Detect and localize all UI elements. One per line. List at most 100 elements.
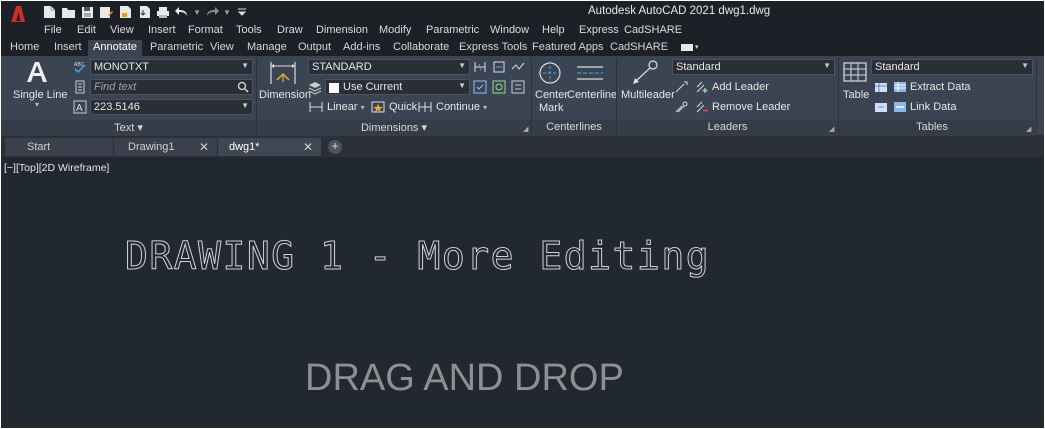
file-tab-dwg1[interactable]: dwg1* ✕ [218,138,321,156]
dim-reassociate-icon[interactable] [511,80,525,94]
single-line-text-icon[interactable] [25,61,49,83]
remove-leader-button[interactable]: Remove Leader [712,101,790,113]
link-data-button[interactable]: Link Data [910,101,956,113]
tab-collaborate[interactable]: Collaborate [393,40,449,56]
dimensions-dialog-launcher-icon[interactable]: ◢ [523,125,528,133]
leader-collect-icon[interactable] [674,100,688,114]
new-file-icon[interactable] [41,4,57,20]
single-line-button[interactable]: Single Line [13,89,67,101]
extract-data-button[interactable]: Extract Data [910,81,971,93]
web-save-icon[interactable] [136,4,152,20]
continue-dimension-icon[interactable] [418,100,432,114]
tab-insert[interactable]: Insert [54,40,82,56]
dim-break-icon[interactable] [473,60,487,74]
close-icon[interactable]: ✕ [303,140,313,154]
shx-drawing-text[interactable]: DRAWING 1 - More Editing [125,231,805,281]
center-mark-icon[interactable] [537,60,563,86]
extract-data-icon[interactable] [893,80,907,94]
text-style-combo[interactable]: MONOTXT ▼ [90,59,253,75]
link-data-icon[interactable] [893,100,907,114]
single-line-dropdown-icon[interactable]: ▾ [35,100,39,109]
redo-dropdown-icon[interactable]: ▾ [223,5,231,19]
menu-dimension[interactable]: Dimension [316,24,368,36]
close-icon[interactable]: ✕ [199,140,209,154]
linear-button[interactable]: Linear ▾ [327,101,365,113]
menu-edit[interactable]: Edit [77,24,96,36]
menu-tools[interactable]: Tools [236,24,262,36]
new-tab-button[interactable]: + [328,140,342,154]
file-tab-start[interactable]: Start [5,138,113,156]
menu-express[interactable]: Express [579,24,619,36]
dim-inspect-icon[interactable] [473,80,487,94]
menu-cadshare[interactable]: CadSHARE [624,24,682,36]
quick-button[interactable]: Quick [389,101,417,113]
centerline-button[interactable]: Centerline [567,89,617,101]
leader-style-combo[interactable]: Standard ▼ [672,59,835,75]
tab-express-tools[interactable]: Express Tools [459,40,527,56]
tab-output[interactable]: Output [298,40,331,56]
menu-insert[interactable]: Insert [148,24,176,36]
save-as-icon[interactable] [98,4,114,20]
dim-update-icon[interactable] [492,80,506,94]
dimensions-panel-title[interactable]: Dimensions ▾ [257,121,531,135]
undo-icon[interactable] [174,4,190,20]
save-icon[interactable] [79,4,95,20]
open-folder-icon[interactable] [60,4,76,20]
center-mark-line1[interactable]: Center [535,89,568,101]
menu-parametric[interactable]: Parametric [426,24,479,36]
tab-add-ins[interactable]: Add-ins [343,40,380,56]
table-button[interactable]: Table [843,89,869,101]
menu-view[interactable]: View [110,24,134,36]
text-panel-title[interactable]: Text ▾ [1,121,256,135]
tab-featured-apps[interactable]: Featured Apps [532,40,604,56]
find-text-input[interactable]: Find text [90,79,253,95]
search-icon[interactable] [237,81,249,93]
menu-file[interactable]: File [44,24,62,36]
dim-space-icon[interactable] [492,60,506,74]
ribbon-minimize-button[interactable]: ▾ [681,42,701,52]
table-style-combo[interactable]: Standard ▼ [871,59,1033,75]
continue-button[interactable]: Continue ▾ [436,101,487,113]
viewport-controls[interactable]: [−][Top][2D Wireframe] [4,162,109,174]
center-mark-line2[interactable]: Mark [539,102,563,114]
table-small-icon[interactable] [874,80,888,94]
file-tab-drawing1[interactable]: Drawing1 ✕ [114,138,217,156]
dimension-layer-combo[interactable]: Use Current ▼ [325,79,470,95]
leaders-dialog-launcher-icon[interactable]: ◢ [829,125,834,133]
menu-modify[interactable]: Modify [379,24,411,36]
menu-draw[interactable]: Draw [277,24,303,36]
tab-cadshare[interactable]: CadSHARE [610,40,668,56]
leader-align-icon[interactable] [674,80,688,94]
ttf-drawing-text[interactable]: DRAG AND DROP [305,357,624,400]
tab-manage[interactable]: Manage [247,40,287,56]
text-height-combo[interactable]: 223.5146 ▼ [90,99,253,115]
centerline-icon[interactable] [575,64,605,82]
drawing-canvas[interactable]: [−][Top][2D Wireframe] DRAWING 1 - More … [1,157,1044,428]
dimension-icon[interactable] [269,60,297,86]
tab-view[interactable]: View [210,40,234,56]
table-icon[interactable] [843,62,867,82]
table-link-small-icon[interactable] [874,100,888,114]
qat-customize-icon[interactable] [234,4,250,20]
linear-dimension-icon[interactable] [309,100,323,114]
add-leader-button[interactable]: Add Leader [712,81,769,93]
web-open-icon[interactable] [117,4,133,20]
tab-annotate[interactable]: Annotate [88,40,143,56]
remove-leader-icon[interactable] [695,100,709,114]
dimension-style-combo[interactable]: STANDARD ▼ [308,59,470,75]
menu-format[interactable]: Format [188,24,223,36]
multileader-icon[interactable] [631,59,659,85]
tables-dialog-launcher-icon[interactable]: ◢ [1026,125,1031,133]
undo-dropdown-icon[interactable]: ▾ [193,5,201,19]
menu-help[interactable]: Help [542,24,565,36]
multileader-button[interactable]: Multileader [621,89,675,101]
redo-icon[interactable] [204,4,220,20]
dimension-button[interactable]: Dimension [259,89,311,101]
quick-dimension-icon[interactable] [371,100,385,114]
dim-jog-icon[interactable] [511,60,525,74]
add-leader-icon[interactable] [695,80,709,94]
plot-icon[interactable] [155,4,171,20]
tab-parametric[interactable]: Parametric [150,40,203,56]
tab-home[interactable]: Home [10,40,39,56]
menu-window[interactable]: Window [490,24,529,36]
